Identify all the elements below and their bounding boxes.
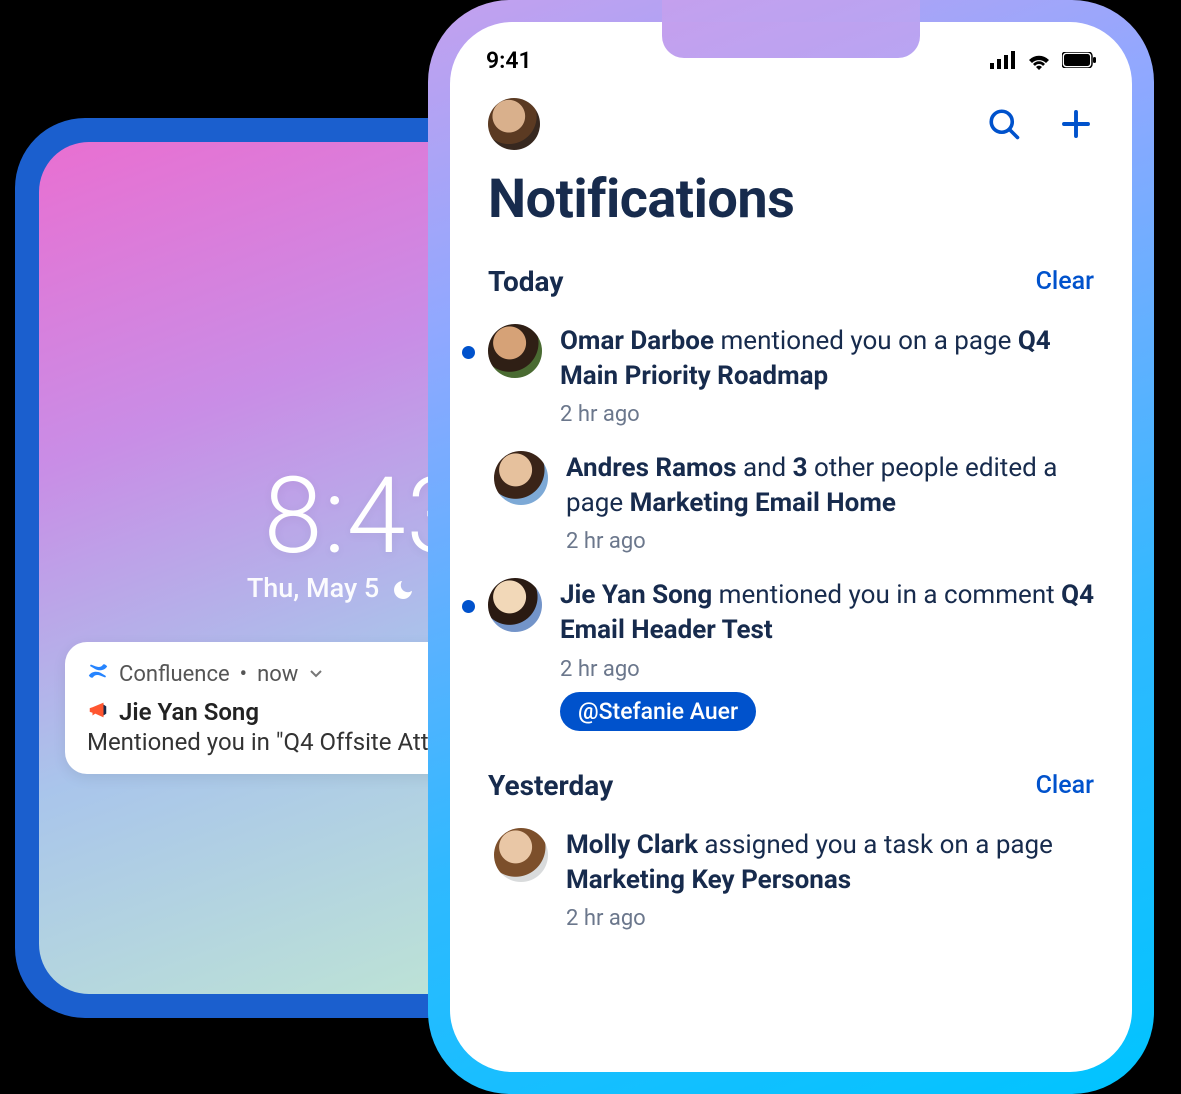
mention-chip[interactable]: @Stefanie Auer — [560, 692, 756, 731]
add-icon[interactable] — [1058, 106, 1094, 142]
push-app-name: Confluence — [119, 662, 230, 687]
battery-icon — [1062, 52, 1096, 68]
phone-notifications-app: 9:41 — [428, 0, 1154, 1094]
notification-time: 2 hr ago — [566, 906, 1094, 931]
notification-text: Andres Ramos and 3 other people edited a… — [566, 451, 1094, 521]
avatar — [494, 451, 548, 505]
notification-time: 2 hr ago — [560, 657, 1094, 682]
wifi-icon — [1026, 50, 1052, 70]
phone-notch — [662, 22, 920, 58]
push-dot: • — [240, 662, 247, 687]
clear-button[interactable]: Clear — [1036, 267, 1094, 296]
megaphone-icon — [87, 699, 109, 725]
chevron-down-icon — [308, 662, 324, 687]
section-title: Yesterday — [488, 769, 613, 802]
moon-icon — [391, 572, 415, 604]
notification-text: Jie Yan Song mentioned you in a comment … — [560, 578, 1094, 648]
notification-item[interactable]: Jie Yan Song mentioned you in a comment … — [488, 566, 1094, 742]
search-icon[interactable] — [986, 106, 1022, 142]
avatar — [494, 828, 548, 882]
confluence-icon — [87, 660, 109, 688]
cellular-icon — [990, 51, 1016, 69]
unread-dot-icon — [462, 600, 475, 613]
status-time: 9:41 — [486, 47, 532, 74]
section-yesterday: Yesterday Clear Molly Clark assigned you… — [450, 743, 1132, 943]
notification-item[interactable]: Molly Clark assigned you a task on a pag… — [488, 816, 1094, 943]
notification-time: 2 hr ago — [560, 402, 1094, 427]
avatar[interactable] — [488, 98, 540, 150]
notification-time: 2 hr ago — [566, 529, 1094, 554]
notification-item[interactable]: Andres Ramos and 3 other people edited a… — [488, 439, 1094, 566]
avatar — [488, 578, 542, 632]
lock-date: Thu, May 5 — [247, 572, 379, 604]
push-title: Jie Yan Song — [119, 698, 259, 726]
app-screen: 9:41 — [450, 22, 1132, 1072]
avatar — [488, 324, 542, 378]
notification-text: Molly Clark assigned you a task on a pag… — [566, 828, 1094, 898]
page-title: Notifications — [450, 150, 1132, 239]
clear-button[interactable]: Clear — [1036, 771, 1094, 800]
section-today: Today Clear Omar Darboe mentioned you on… — [450, 239, 1132, 743]
notification-item[interactable]: Omar Darboe mentioned you on a page Q4 M… — [488, 312, 1094, 439]
app-header — [450, 78, 1132, 150]
push-time: now — [257, 662, 298, 687]
section-title: Today — [488, 265, 563, 298]
notification-text: Omar Darboe mentioned you on a page Q4 M… — [560, 324, 1094, 394]
unread-dot-icon — [462, 346, 475, 359]
